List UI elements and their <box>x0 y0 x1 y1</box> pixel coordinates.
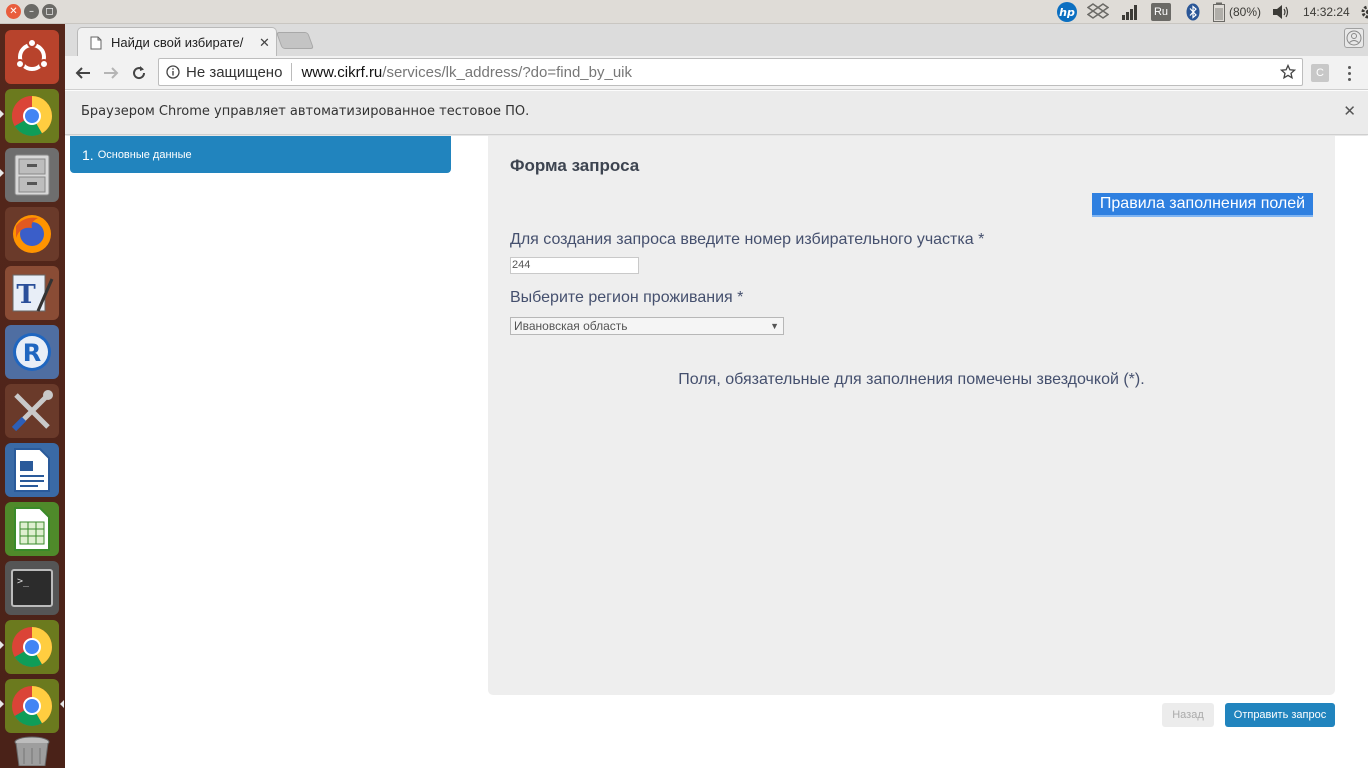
launcher-files[interactable] <box>5 148 59 202</box>
region-label: Выберите регион проживания * <box>510 289 744 306</box>
rules-button[interactable]: Правила заполнения полей <box>1092 193 1313 217</box>
launcher-system-settings[interactable] <box>5 384 59 438</box>
forward-nav-button[interactable] <box>98 60 124 86</box>
extension-button[interactable]: C <box>1311 64 1329 82</box>
url-path: /services/lk_address/?do=find_by_uik <box>382 63 633 81</box>
tray-area: hp Ru (80%) 14:32:24 <box>1055 0 1368 24</box>
star-bookmark-icon[interactable] <box>1280 64 1296 80</box>
reload-button[interactable] <box>126 60 152 86</box>
keyboard-layout-icon[interactable]: Ru <box>1151 3 1171 21</box>
region-select[interactable]: Ивановская область ▼ <box>510 317 784 335</box>
security-label[interactable]: Не защищено <box>186 64 282 81</box>
step-number: 1. <box>82 146 94 163</box>
texstudio-icon: T <box>12 274 54 312</box>
infobar-close-icon[interactable]: ✕ <box>1343 102 1356 120</box>
tab-strip: Найди свой избирате/ ✕ <box>65 24 1368 57</box>
back-nav-button[interactable] <box>70 60 96 86</box>
launcher-libreoffice-calc[interactable] <box>5 502 59 556</box>
arrow-left-icon <box>75 67 90 79</box>
dropdown-arrow-icon: ▼ <box>770 321 779 331</box>
chrome-icon <box>12 96 52 136</box>
launcher-terminal[interactable]: >_ <box>5 561 59 615</box>
bluetooth-icon[interactable] <box>1181 3 1205 21</box>
step-item-basic-data[interactable]: 1. Основные данные <box>70 136 451 173</box>
address-separator <box>291 63 293 81</box>
tab-title: Найди свой избирате/ <box>111 35 244 50</box>
battery-percent: (80%) <box>1229 5 1262 19</box>
svg-text:>_: >_ <box>17 576 30 587</box>
r-language-icon: R <box>13 333 51 371</box>
terminal-icon: >_ <box>11 569 53 607</box>
uik-label: Для создания запроса введите номер избир… <box>510 231 985 248</box>
running-indicator <box>0 169 4 177</box>
browser-toolbar: Не защищено www.cikrf.ru /services/lk_ad… <box>65 56 1368 90</box>
running-indicator <box>0 110 4 118</box>
svg-text:hp: hp <box>1059 6 1075 19</box>
reload-icon <box>133 66 146 80</box>
window-close-button[interactable]: ✕ <box>6 4 21 19</box>
hp-icon[interactable]: hp <box>1055 1 1079 23</box>
form-title: Форма запроса <box>510 156 640 175</box>
top-panel: ✕ – ◻ hp Ru (80%) 14:32:24 <box>0 0 1368 24</box>
launcher-firefox[interactable] <box>5 207 59 261</box>
step-label: Основные данные <box>97 148 192 161</box>
back-button[interactable]: Назад <box>1162 703 1214 727</box>
launcher-trash[interactable] <box>5 732 59 768</box>
dropbox-icon[interactable] <box>1085 3 1111 21</box>
running-indicator <box>0 700 4 708</box>
page-viewport: 1. Основные данные Форма запроса Правила… <box>65 136 1368 768</box>
svg-text:R: R <box>23 339 41 367</box>
request-form-panel: Форма запроса Правила заполнения полей Д… <box>488 136 1335 695</box>
launcher: T R >_ <box>0 24 65 768</box>
browser-window: Найди свой избирате/ ✕ Не защищено www.c… <box>65 24 1368 768</box>
arrow-right-icon <box>104 67 119 79</box>
submit-request-button[interactable]: Отправить запрос <box>1225 703 1335 727</box>
person-icon <box>1346 30 1362 46</box>
ubuntu-logo-icon <box>15 38 49 71</box>
battery-icon[interactable] <box>1211 2 1227 22</box>
page-icon <box>90 36 102 49</box>
launcher-r[interactable]: R <box>5 325 59 379</box>
launcher-texstudio[interactable]: T <box>5 266 59 320</box>
calc-spreadsheet-icon <box>14 507 50 551</box>
automation-infobar: Браузером Chrome управляет автоматизиров… <box>65 91 1368 135</box>
region-selected-value: Ивановская область <box>514 319 628 333</box>
launcher-libreoffice-writer[interactable] <box>5 443 59 497</box>
launcher-chrome-3[interactable] <box>5 679 59 733</box>
chrome-menu-button[interactable] <box>1339 60 1359 86</box>
tools-icon <box>11 390 53 432</box>
svg-text:T: T <box>16 280 36 310</box>
settings-gear-icon[interactable] <box>1358 4 1368 20</box>
url-host: www.cikrf.ru <box>301 63 383 81</box>
profile-button[interactable] <box>1344 28 1364 48</box>
new-tab-button[interactable] <box>275 32 315 49</box>
writer-document-icon <box>14 448 50 492</box>
infobar-text: Браузером Chrome управляет автоматизиров… <box>81 104 530 119</box>
address-bar[interactable]: Не защищено www.cikrf.ru /services/lk_ad… <box>158 58 1303 86</box>
file-cabinet-icon <box>14 154 50 196</box>
tab-active[interactable]: Найди свой избирате/ ✕ <box>77 27 277 57</box>
launcher-chrome-2[interactable] <box>5 620 59 674</box>
focused-indicator <box>60 700 64 708</box>
volume-icon[interactable] <box>1271 4 1291 20</box>
clock[interactable]: 14:32:24 <box>1303 5 1350 19</box>
info-icon[interactable] <box>166 65 180 79</box>
launcher-chrome[interactable] <box>5 89 59 143</box>
chrome-icon <box>12 627 52 667</box>
launcher-ubuntu-dash[interactable] <box>5 30 59 84</box>
uik-number-input[interactable]: 244 <box>510 257 639 274</box>
tab-close-icon[interactable]: ✕ <box>259 35 270 51</box>
required-fields-note: Поля, обязательные для заполнения помече… <box>678 371 1145 388</box>
firefox-icon <box>13 215 51 253</box>
running-indicator <box>0 641 4 649</box>
window-maximize-button[interactable]: ◻ <box>42 4 57 19</box>
window-minimize-button[interactable]: – <box>24 4 39 19</box>
chrome-icon <box>12 686 52 726</box>
trash-icon <box>14 736 50 766</box>
network-signal-icon[interactable] <box>1117 4 1143 20</box>
